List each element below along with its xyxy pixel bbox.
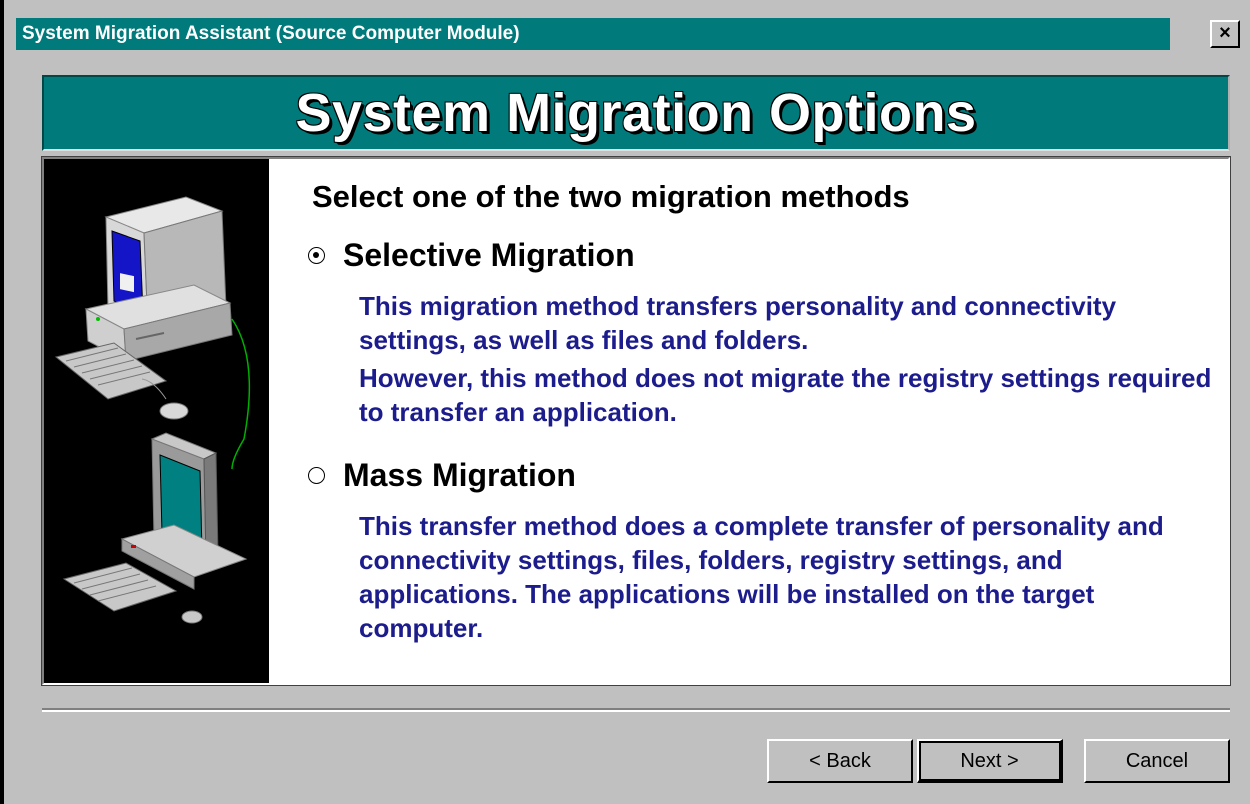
header-banner: System Migration Options	[42, 75, 1230, 151]
dialog-window: System Migration Assistant (Source Compu…	[0, 0, 1250, 804]
close-button[interactable]: ×	[1210, 20, 1240, 48]
option-selective-migration[interactable]: Selective Migration	[308, 237, 635, 274]
description-text: However, this method does not migrate th…	[359, 363, 1212, 427]
close-x-icon: ×	[1219, 22, 1231, 44]
description-text: This migration method transfers personal…	[359, 291, 1117, 355]
option-label[interactable]: Selective Migration	[343, 237, 635, 274]
cancel-button[interactable]: Cancel	[1084, 739, 1230, 783]
computer-illustration	[44, 159, 269, 683]
option-label[interactable]: Mass Migration	[343, 457, 576, 494]
next-button[interactable]: Next >	[917, 739, 1063, 783]
radio-selected-icon[interactable]	[308, 247, 325, 264]
window-title: System Migration Assistant (Source Compu…	[22, 23, 520, 44]
separator-line	[42, 708, 1230, 712]
title-bar: System Migration Assistant (Source Compu…	[16, 18, 1170, 50]
option-description: This migration method transfers personal…	[359, 289, 1219, 429]
content-panel: Select one of the two migration methods …	[41, 156, 1231, 686]
radio-unselected-icon[interactable]	[308, 467, 325, 484]
computers-icon	[54, 196, 251, 624]
back-button[interactable]: < Back	[767, 739, 913, 783]
instruction-heading: Select one of the two migration methods	[312, 179, 910, 214]
description-text: This transfer method does a complete tra…	[359, 511, 1164, 643]
option-mass-migration[interactable]: Mass Migration	[308, 457, 576, 494]
option-description: This transfer method does a complete tra…	[359, 509, 1219, 645]
banner-title: System Migration Options	[295, 83, 977, 143]
